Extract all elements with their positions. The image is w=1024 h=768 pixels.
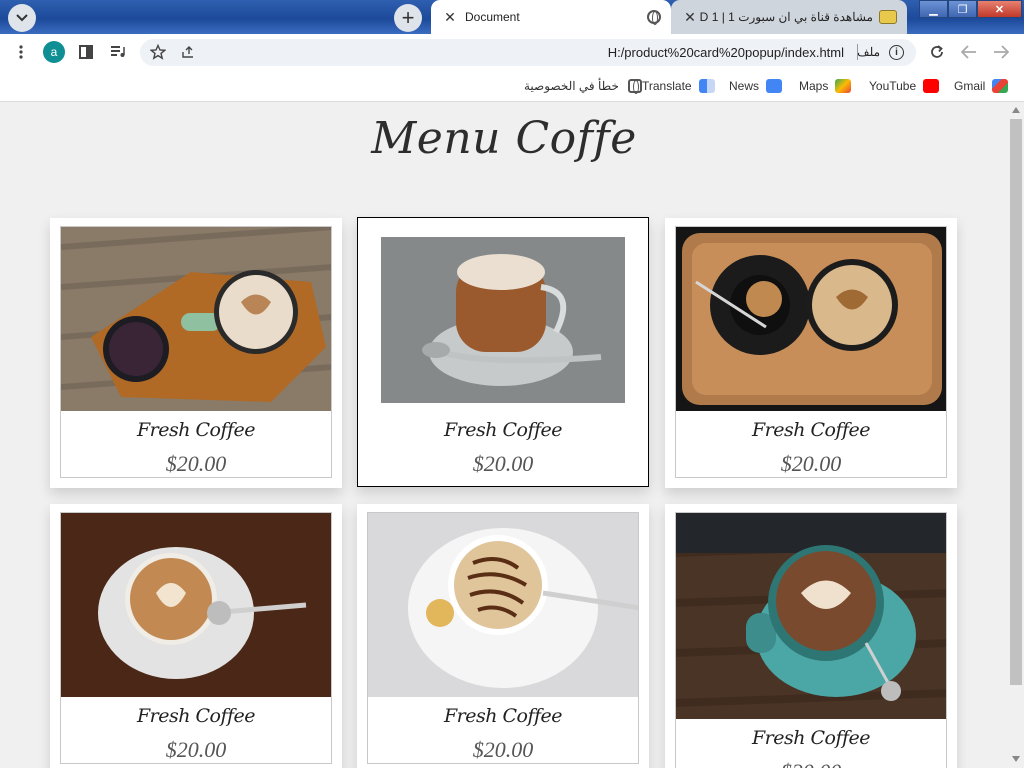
product-name: Fresh Coffee <box>751 727 871 749</box>
browser-toolbar: a H:/product%20card%20popup/index.html م… <box>0 34 1024 70</box>
product-name: Fresh Coffee <box>443 419 563 441</box>
product-card[interactable]: Fresh Coffee $20.00 <box>50 504 342 768</box>
product-image <box>676 513 946 719</box>
bookmark-gmail[interactable]: Gmail <box>954 77 1009 95</box>
product-card[interactable]: Fresh Coffee $20.00 <box>665 218 957 488</box>
product-price: $20.00 <box>780 451 842 476</box>
bookmark-star-icon[interactable] <box>148 42 168 62</box>
close-tab-icon[interactable]: ✕ <box>441 9 459 26</box>
share-icon[interactable] <box>178 42 198 62</box>
product-image <box>61 227 331 411</box>
bookmark-maps[interactable]: Maps <box>799 77 852 95</box>
tab-document[interactable]: ✕ Document <box>431 0 671 34</box>
reload-icon[interactable] <box>927 42 947 62</box>
scroll-up-arrow-icon[interactable] <box>1012 107 1020 113</box>
product-price: $20.00 <box>165 737 227 762</box>
page-content: Menu Coffe Fresh Coffee $20.00 Fresh Cof… <box>0 103 1008 768</box>
globe-icon <box>647 10 661 25</box>
card-inner: Fresh Coffee $20.00 <box>675 512 947 768</box>
page-scrollbar[interactable] <box>1008 103 1024 768</box>
product-image <box>381 237 625 403</box>
product-price: $20.00 <box>676 759 946 768</box>
tab-search-button[interactable] <box>8 4 36 32</box>
card-inner: Fresh Coffee $20.00 <box>367 512 639 764</box>
product-image <box>61 513 331 697</box>
back-arrow-icon[interactable] <box>959 42 979 62</box>
youtube-icon <box>923 79 940 93</box>
bookmark-translate[interactable]: Translate <box>642 77 715 95</box>
tv-favicon-icon <box>879 10 897 24</box>
product-card[interactable]: Fresh Coffee $20.00 <box>357 504 649 768</box>
product-image <box>676 227 946 411</box>
card-inner: Fresh Coffee $20.00 <box>60 512 332 764</box>
product-name: Fresh Coffee <box>443 705 563 727</box>
product-price: $20.00 <box>165 451 227 476</box>
globe-icon <box>627 79 642 94</box>
bookmark-privacy-error[interactable]: خطأ في الخصوصية <box>524 77 642 95</box>
site-info-icon[interactable]: i <box>889 45 904 60</box>
tab-bein-sport[interactable]: ✕ مشاهدة قناة بي ان سبورت 1 | 1 port HD <box>671 0 907 34</box>
page-title: Menu Coffe <box>371 113 637 164</box>
forward-arrow-icon[interactable] <box>991 42 1011 62</box>
chevron-down-icon <box>16 14 28 22</box>
product-image <box>368 513 638 697</box>
bookmarks-bar: Gmail YouTube Maps News Translate خطأ في… <box>0 70 1024 102</box>
close-window-button[interactable]: ✕ <box>977 0 1022 18</box>
menu-kebab-icon[interactable] <box>11 42 31 62</box>
close-tab-icon[interactable]: ✕ <box>681 9 699 26</box>
product-name: Fresh Coffee <box>136 419 256 441</box>
tab-title: Document <box>465 10 520 24</box>
scrollbar-thumb[interactable] <box>1010 119 1022 685</box>
product-card[interactable]: Fresh Coffee $20.00 <box>665 504 957 768</box>
bookmark-news[interactable]: News <box>729 77 783 95</box>
news-icon <box>766 79 783 93</box>
profile-avatar[interactable]: a <box>43 41 65 63</box>
product-card[interactable]: Fresh Coffee $20.00 <box>50 218 342 488</box>
card-inner: Fresh Coffee $20.00 <box>60 226 332 478</box>
minimize-button[interactable]: ▁ <box>919 0 948 18</box>
card-inner: Fresh Coffee $20.00 <box>675 226 947 478</box>
product-name: Fresh Coffee <box>136 705 256 727</box>
address-bar[interactable]: H:/product%20card%20popup/index.html ملف… <box>140 39 916 66</box>
gmail-icon <box>992 79 1009 93</box>
browser-titlebar: + ✕ Document ✕ مشاهدة قناة بي ان سبورت 1… <box>0 0 1024 34</box>
scheme-label: ملف <box>857 45 880 59</box>
maximize-button[interactable]: ❐ <box>948 0 977 18</box>
scroll-down-arrow-icon[interactable] <box>1012 756 1020 762</box>
window-controls: ▁ ❐ ✕ <box>919 0 1022 20</box>
bookmark-youtube[interactable]: YouTube <box>869 77 940 95</box>
side-panel-icon[interactable] <box>76 42 96 62</box>
new-tab-button[interactable]: + <box>394 4 422 32</box>
tab-title: مشاهدة قناة بي ان سبورت 1 | 1 port HD <box>699 10 873 24</box>
product-price: $20.00 <box>472 451 534 476</box>
product-card[interactable]: Fresh Coffee $20.00 <box>357 217 649 487</box>
translate-icon <box>698 79 715 93</box>
card-inner: Fresh Coffee $20.00 <box>368 226 638 476</box>
reading-list-icon[interactable] <box>108 42 128 62</box>
maps-icon <box>835 79 852 93</box>
url-text[interactable]: H:/product%20card%20popup/index.html <box>608 45 844 60</box>
product-name: Fresh Coffee <box>751 419 871 441</box>
product-price: $20.00 <box>472 737 534 762</box>
